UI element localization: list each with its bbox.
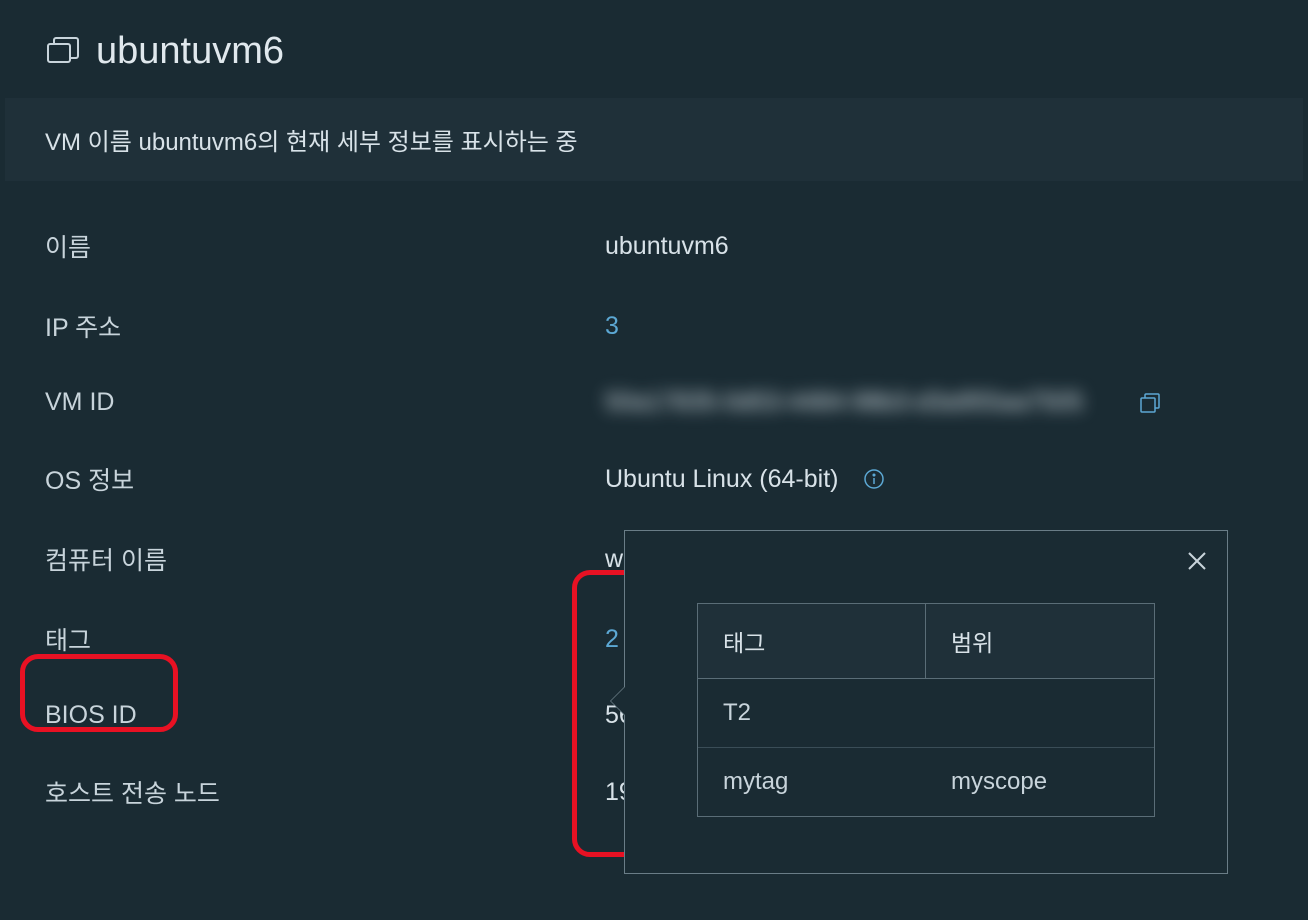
- label-bios: BIOS ID: [45, 701, 605, 730]
- detail-row-os: OS 정보 Ubuntu Linux (64-bit): [0, 439, 1308, 519]
- detail-row-name: 이름 ubuntuvm6: [0, 206, 1308, 286]
- detail-row-ip: IP 주소 3: [0, 286, 1308, 366]
- popup-tail: [611, 687, 625, 715]
- td-tag: T2: [698, 679, 926, 747]
- th-tag: 태그: [698, 604, 926, 678]
- detail-row-vmid: VM ID 50a17835-0d53-4484-98b3-d3a955aa75…: [0, 366, 1308, 439]
- page-header: ubuntuvm6: [0, 0, 1308, 98]
- th-scope: 범위: [926, 604, 1154, 678]
- label-tags: 태그: [45, 621, 605, 657]
- value-tags-link[interactable]: 2: [605, 625, 619, 654]
- os-text: Ubuntu Linux (64-bit): [605, 465, 838, 494]
- tags-popup: 태그 범위 T2 mytag myscope: [624, 530, 1228, 874]
- close-icon[interactable]: [1185, 549, 1209, 573]
- value-ip-link[interactable]: 3: [605, 312, 619, 341]
- info-icon[interactable]: [863, 468, 885, 490]
- page-title: ubuntuvm6: [96, 30, 284, 73]
- tags-table: 태그 범위 T2 mytag myscope: [697, 603, 1155, 817]
- table-row: T2: [698, 679, 1154, 748]
- td-tag: mytag: [698, 748, 926, 816]
- label-ip: IP 주소: [45, 308, 605, 344]
- tags-table-header: 태그 범위: [698, 604, 1154, 679]
- vm-icon: [45, 34, 81, 70]
- value-os: Ubuntu Linux (64-bit): [605, 465, 885, 494]
- info-banner: VM 이름 ubuntuvm6의 현재 세부 정보를 표시하는 중: [5, 98, 1303, 181]
- label-computer: 컴퓨터 이름: [45, 541, 605, 577]
- copy-icon[interactable]: [1138, 391, 1162, 415]
- label-vmid: VM ID: [45, 388, 605, 417]
- label-name: 이름: [45, 228, 605, 264]
- td-scope: [926, 679, 1154, 747]
- td-scope: myscope: [926, 748, 1154, 816]
- value-name: ubuntuvm6: [605, 232, 729, 261]
- label-host: 호스트 전송 노드: [45, 774, 605, 810]
- label-os: OS 정보: [45, 461, 605, 497]
- vmid-text: 50a17835-0d53-4484-98b3-d3a955aa7505: [605, 388, 1083, 417]
- table-row: mytag myscope: [698, 748, 1154, 816]
- value-vmid: 50a17835-0d53-4484-98b3-d3a955aa7505: [605, 388, 1162, 417]
